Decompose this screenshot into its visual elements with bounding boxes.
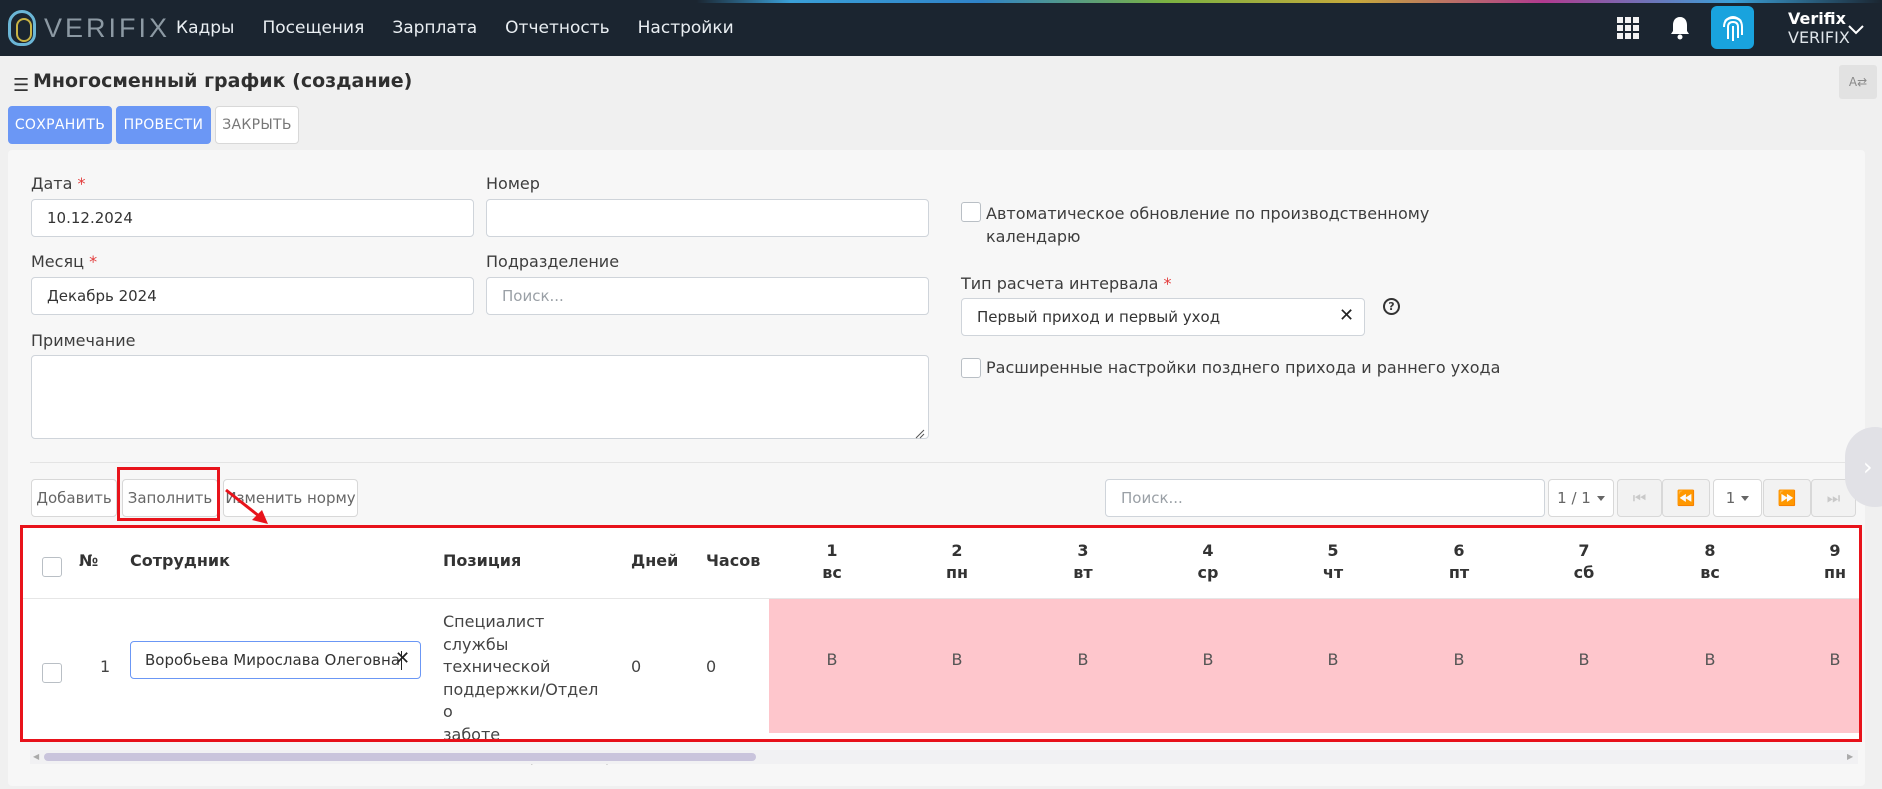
- next-page-icon[interactable]: ⏩: [1763, 479, 1811, 517]
- horizontal-scrollbar[interactable]: ◀ ▶: [30, 750, 1858, 764]
- scroll-left-icon[interactable]: ◀: [33, 752, 39, 761]
- table-search-input[interactable]: Поиск...: [1105, 479, 1545, 517]
- help-icon[interactable]: ?: [1383, 298, 1400, 315]
- user-menu[interactable]: Verifix VERIFIX: [1788, 9, 1850, 47]
- date-field[interactable]: 10.12.2024: [31, 199, 474, 237]
- logo[interactable]: VERIFIX: [8, 10, 170, 46]
- note-label: Примечание: [31, 331, 136, 350]
- apps-grid-icon[interactable]: [1617, 17, 1639, 39]
- extended-settings-label: Расширенные настройки позднего прихода и…: [986, 358, 1501, 377]
- month-label: Месяц *: [31, 252, 98, 271]
- section-divider: [30, 462, 1848, 463]
- auto-update-checkbox[interactable]: [961, 202, 981, 222]
- side-panel-chevron-icon[interactable]: ›: [1845, 427, 1882, 507]
- page-title: Многосменный график (создание): [33, 70, 413, 92]
- nav-item-nastroyki[interactable]: Настройки: [638, 18, 734, 38]
- close-button[interactable]: ЗАКРЫТЬ: [215, 106, 299, 144]
- auto-update-label: Автоматическое обновление по производств…: [986, 204, 1430, 246]
- nav-item-kadry[interactable]: Кадры: [176, 18, 234, 38]
- language-toggle-icon[interactable]: A⇄: [1839, 65, 1877, 99]
- month-field[interactable]: Декабрь 2024: [31, 277, 474, 315]
- chevron-down-icon[interactable]: [1848, 20, 1864, 39]
- nav-item-zarplata[interactable]: Зарплата: [392, 18, 477, 38]
- save-button[interactable]: СОХРАНИТЬ: [8, 106, 112, 144]
- division-label: Подразделение: [486, 252, 620, 271]
- interval-type-label: Тип расчета интервала *: [961, 274, 1172, 293]
- annotation-highlight-table: [20, 525, 1862, 742]
- user-org: VERIFIX: [1788, 28, 1850, 47]
- nav-item-poseshcheniya[interactable]: Посещения: [262, 18, 364, 38]
- annotation-highlight-fill-button: [117, 467, 220, 521]
- main-nav: Кадры Посещения Зарплата Отчетность Наст…: [162, 0, 748, 56]
- page-size-select[interactable]: 1 / 1: [1548, 479, 1614, 517]
- bell-icon[interactable]: [1669, 15, 1691, 41]
- number-field[interactable]: [486, 199, 929, 237]
- nav-item-otchetnost[interactable]: Отчетность: [505, 18, 609, 38]
- prev-page-icon[interactable]: ⏪: [1662, 479, 1710, 517]
- post-button[interactable]: ПРОВЕСТИ: [116, 106, 211, 144]
- page-number-select[interactable]: 1: [1713, 479, 1762, 517]
- note-textarea[interactable]: [31, 355, 929, 439]
- extended-settings-checkbox[interactable]: [961, 358, 981, 378]
- menu-icon[interactable]: ☰: [13, 75, 29, 96]
- date-label: Дата *: [31, 174, 86, 193]
- fingerprint-logo-icon: [8, 10, 36, 46]
- annotation-arrow: [225, 488, 268, 524]
- fingerprint-icon[interactable]: [1711, 6, 1754, 49]
- add-button[interactable]: Добавить: [31, 479, 117, 517]
- top-navbar: VERIFIX Кадры Посещения Зарплата Отчетно…: [0, 0, 1882, 56]
- user-name: Verifix: [1788, 9, 1846, 28]
- interval-type-select[interactable]: Первый приход и первый уход: [961, 298, 1365, 336]
- logo-text: VERIFIX: [44, 12, 171, 43]
- scroll-right-icon[interactable]: ▶: [1847, 752, 1853, 761]
- resize-handle-icon[interactable]: [915, 425, 925, 439]
- scroll-thumb[interactable]: [44, 753, 756, 761]
- division-search-input[interactable]: Поиск...: [486, 277, 929, 315]
- clear-interval-icon[interactable]: ✕: [1339, 305, 1354, 326]
- first-page-icon[interactable]: ⏮: [1617, 479, 1662, 517]
- number-label: Номер: [486, 174, 540, 193]
